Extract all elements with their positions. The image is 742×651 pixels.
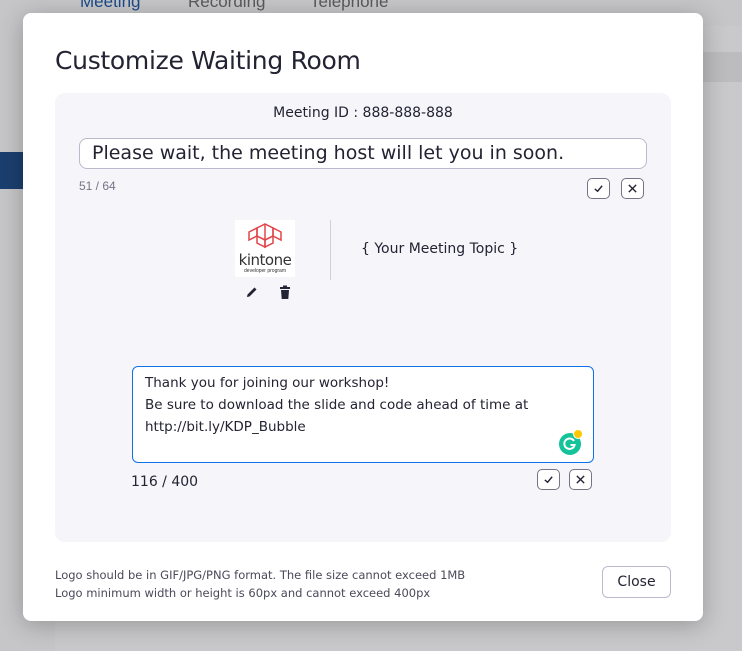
pencil-icon xyxy=(247,287,257,297)
meeting-id-label: Meeting ID : 888-888-888 xyxy=(273,105,453,121)
close-button[interactable]: Close xyxy=(602,566,671,598)
logo-brand-text: kintone xyxy=(238,251,292,269)
meeting-topic-placeholder: { Your Meeting Topic } xyxy=(361,241,519,257)
tab-telephone: Telephone xyxy=(310,0,389,11)
close-icon xyxy=(576,475,585,484)
description-line: Thank you for joining our workshop! xyxy=(145,375,390,391)
waiting-room-preview-panel: Meeting ID : 888-888-888 Please wait, th… xyxy=(55,93,671,542)
description-save-button[interactable] xyxy=(537,469,560,490)
customize-waiting-room-dialog: Customize Waiting Room Meeting ID : 888-… xyxy=(23,13,703,621)
logo-topic-divider xyxy=(330,220,331,280)
trash-icon xyxy=(280,285,290,299)
checkmark-icon xyxy=(544,476,553,484)
checkmark-icon xyxy=(594,185,603,193)
description-char-counter: 116 / 400 xyxy=(131,474,199,490)
logo-delete-button[interactable] xyxy=(277,284,293,300)
logo-edit-button[interactable] xyxy=(244,284,260,300)
grammarly-status-dot xyxy=(573,429,583,439)
description-line: Be sure to download the slide and code a… xyxy=(145,397,529,413)
description-line: http://bit.ly/KDP_Bubble xyxy=(145,419,306,435)
waiting-room-description-textarea[interactable]: Thank you for joining our workshop! Be s… xyxy=(132,366,594,463)
waiting-room-title-input[interactable]: Please wait, the meeting host will let y… xyxy=(79,138,647,169)
dialog-title: Customize Waiting Room xyxy=(55,46,361,75)
tab-recording: Recording xyxy=(188,0,266,11)
title-char-counter: 51 / 64 xyxy=(79,179,116,193)
logo-tagline: developer program xyxy=(244,268,286,274)
kintone-logo-mark xyxy=(248,223,282,249)
waiting-room-logo: kintone developer program xyxy=(235,220,295,277)
logo-size-note: Logo minimum width or height is 60px and… xyxy=(55,586,431,600)
title-save-button[interactable] xyxy=(587,178,610,199)
title-cancel-button[interactable] xyxy=(621,178,644,199)
close-icon xyxy=(628,184,637,193)
logo-format-note: Logo should be in GIF/JPG/PNG format. Th… xyxy=(55,568,466,582)
description-cancel-button[interactable] xyxy=(569,469,592,490)
background-sidebar-active-item xyxy=(0,152,24,189)
